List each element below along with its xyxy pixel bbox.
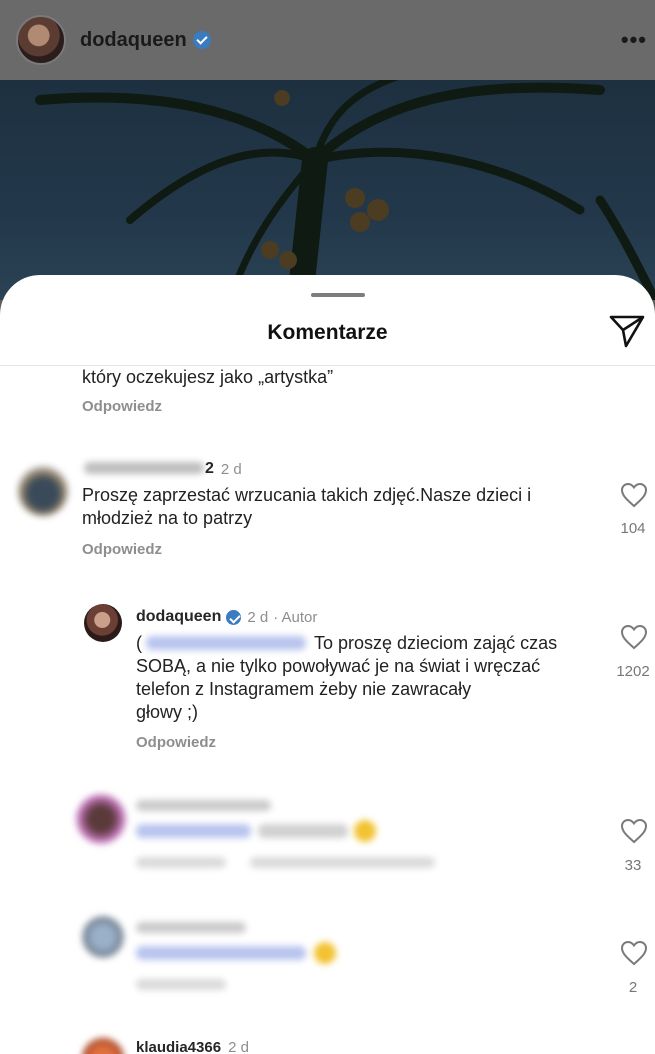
comment-text-line: telefon z Instagramem żeby nie zawracały <box>136 679 472 699</box>
post-username-text: dodaqueen <box>80 28 187 51</box>
comment-meta: 2 2 d <box>205 460 242 478</box>
author-avatar[interactable] <box>84 604 122 642</box>
verified-badge-icon <box>226 609 242 625</box>
commenter-username-suffix: 2 <box>205 460 214 477</box>
reply-button[interactable]: Odpowiedz <box>82 398 162 415</box>
author-tag: · Autor <box>273 608 318 626</box>
like-heart-icon[interactable] <box>620 940 648 966</box>
post-image <box>0 80 655 300</box>
sheet-drag-handle[interactable] <box>311 293 365 297</box>
commenter-avatar[interactable] <box>82 916 124 958</box>
redacted-reply <box>136 979 226 990</box>
redacted-mention <box>136 824 251 838</box>
comment-meta: dodaqueen 2 d · Autor <box>136 608 317 626</box>
comment-text-line: Proszę zaprzestać wrzucania takich zdjęć… <box>82 485 532 505</box>
comment-text-line: młodzież na to patrzy <box>82 508 253 528</box>
post-author-avatar[interactable] <box>16 15 66 65</box>
mention-open-paren: ( <box>136 633 142 653</box>
share-send-icon[interactable] <box>608 313 646 349</box>
like-count: 2 <box>628 979 638 996</box>
like-heart-icon[interactable] <box>620 818 648 844</box>
reply-button[interactable]: Odpowiedz <box>136 734 216 751</box>
comment-text-line: SOBĄ, a nie tylko powoływać je na świat … <box>136 656 541 676</box>
reply-button[interactable]: Odpowiedz <box>82 541 162 558</box>
post-header: dodaqueen ••• <box>0 0 655 80</box>
redacted-username <box>136 800 271 811</box>
redacted-username <box>136 922 246 933</box>
redacted-see-translation <box>250 857 435 868</box>
emoji-icon <box>354 820 376 842</box>
redacted-mention[interactable] <box>146 636 306 650</box>
more-options-icon[interactable]: ••• <box>621 27 647 53</box>
post-author-username[interactable]: dodaqueen <box>80 29 211 52</box>
like-count: 1202 <box>616 663 650 680</box>
like-count: 104 <box>620 520 646 537</box>
commenter-avatar[interactable] <box>18 466 68 516</box>
comment-meta: klaudia4366 2 d <box>136 1039 249 1054</box>
comment-time: 2 d <box>247 608 269 626</box>
comment-text-line: To proszę dzieciom zająć czas <box>314 633 558 653</box>
commenter-username[interactable]: klaudia4366 <box>136 1039 221 1054</box>
comment-time: 2 d <box>228 1039 249 1054</box>
comments-sheet: Komentarze który oczekujesz jako „artyst… <box>0 275 655 1054</box>
like-heart-icon[interactable] <box>620 624 648 650</box>
like-count: 33 <box>624 857 642 874</box>
emoji-icon <box>314 942 336 964</box>
author-username[interactable]: dodaqueen <box>136 608 221 626</box>
redacted-comment-text <box>258 824 348 838</box>
sheet-title: Komentarze <box>267 321 388 344</box>
redacted-username <box>84 462 204 474</box>
comment-text: który oczekujesz jako „artystka” <box>82 367 334 387</box>
redacted-mention <box>136 946 306 960</box>
verified-badge-icon <box>192 31 211 49</box>
like-heart-icon[interactable] <box>620 482 648 508</box>
palm-tree-image <box>35 80 655 300</box>
redacted-reply <box>136 857 226 868</box>
commenter-avatar[interactable] <box>82 1038 124 1054</box>
comments-list[interactable]: który oczekujesz jako „artystka” Odpowie… <box>0 366 655 1054</box>
comment-text-line: głowy ;) <box>136 702 199 722</box>
comment-time: 2 d <box>220 460 242 478</box>
commenter-avatar[interactable] <box>76 794 126 844</box>
